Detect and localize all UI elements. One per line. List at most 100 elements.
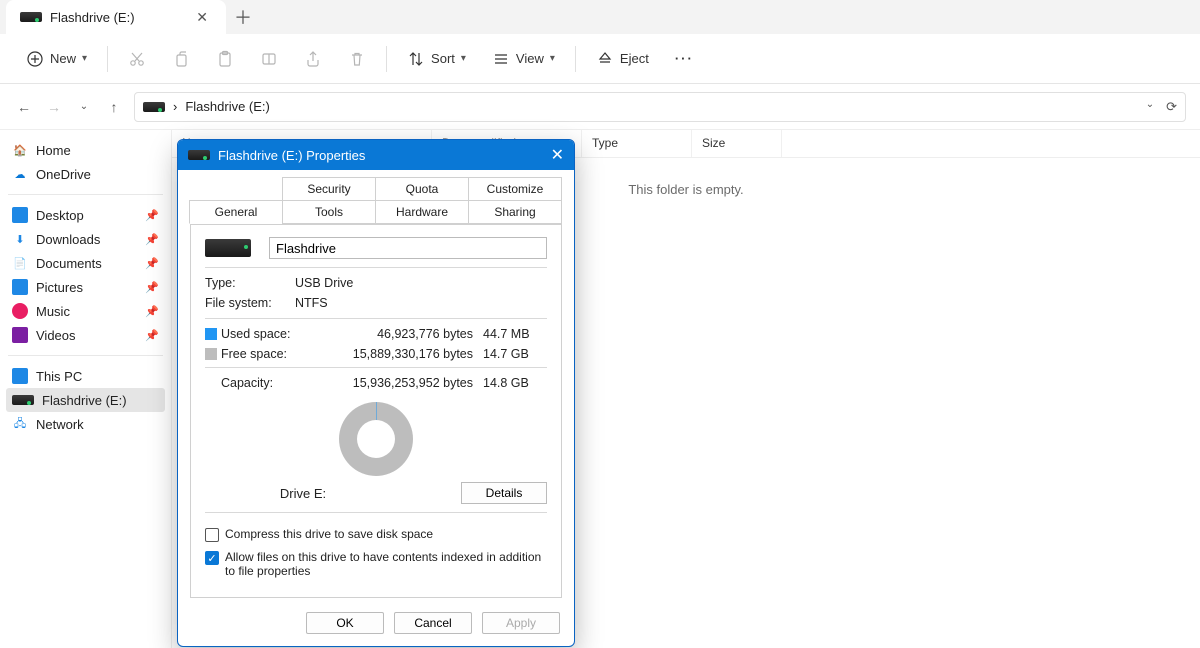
refresh-icon[interactable]: ⟳: [1166, 99, 1177, 115]
up-button[interactable]: ↑: [104, 99, 124, 115]
sidebar-item-label: Desktop: [36, 208, 84, 223]
window-tab[interactable]: Flashdrive (E:) ✕: [6, 0, 226, 34]
sidebar-item-label: OneDrive: [36, 167, 91, 182]
checkbox-checked-icon: ✓: [205, 551, 219, 565]
address-chevron-icon[interactable]: ⌄: [1146, 99, 1154, 115]
tab-security[interactable]: Security: [282, 177, 376, 201]
plus-circle-icon: [26, 50, 44, 68]
col-size[interactable]: Size: [692, 130, 782, 157]
separator: [575, 46, 576, 72]
breadcrumb[interactable]: Flashdrive (E:): [185, 99, 270, 114]
share-icon: [304, 50, 322, 68]
pin-icon: 📌: [145, 257, 159, 270]
dialog-body: Security Quota Customize General Tools H…: [178, 170, 574, 604]
used-human: 44.7 MB: [483, 327, 547, 341]
sidebar-item-label: Network: [36, 417, 84, 432]
back-button[interactable]: ←: [14, 99, 34, 115]
sidebar-item-pictures[interactable]: Pictures 📌: [6, 275, 165, 299]
view-button[interactable]: View ▾: [482, 44, 565, 74]
compress-label: Compress this drive to save disk space: [225, 527, 433, 541]
sidebar-item-network[interactable]: 🖧 Network: [6, 412, 165, 436]
dialog-buttons: OK Cancel Apply: [178, 604, 574, 646]
eject-button[interactable]: Eject: [586, 44, 659, 74]
sidebar-item-label: Documents: [36, 256, 102, 271]
address-bar[interactable]: › Flashdrive (E:) ⌄ ⟳: [134, 92, 1186, 122]
chevron-down-icon: ▾: [461, 53, 466, 64]
forward-button[interactable]: →: [44, 99, 64, 115]
paste-button[interactable]: [206, 44, 244, 74]
sidebar-item-desktop[interactable]: Desktop📌: [6, 203, 165, 227]
sidebar-item-videos[interactable]: Videos📌: [6, 323, 165, 347]
dialog-title: Flashdrive (E:) Properties: [218, 148, 365, 163]
tab-sharing[interactable]: Sharing: [468, 200, 562, 224]
used-label: Used space:: [221, 327, 311, 341]
tab-customize[interactable]: Customize: [468, 177, 562, 201]
cut-button[interactable]: [118, 44, 156, 74]
drive-icon: [188, 150, 210, 160]
ok-button[interactable]: OK: [306, 612, 384, 634]
copy-button[interactable]: [162, 44, 200, 74]
videos-icon: [12, 327, 28, 343]
free-swatch: [205, 348, 217, 360]
dialog-tabs: Security Quota Customize General Tools H…: [190, 178, 562, 224]
rename-icon: [260, 50, 278, 68]
pin-icon: 📌: [145, 281, 159, 294]
new-tab-button[interactable]: ＋: [226, 4, 260, 30]
tab-quota[interactable]: Quota: [375, 177, 469, 201]
sidebar-item-label: Downloads: [36, 232, 100, 247]
sidebar-item-downloads[interactable]: ⬇Downloads📌: [6, 227, 165, 251]
sidebar-item-label: Pictures: [36, 280, 83, 295]
details-button[interactable]: Details: [461, 482, 547, 504]
properties-dialog: Flashdrive (E:) Properties ✕ Security Qu…: [177, 139, 575, 647]
more-button[interactable]: ···: [665, 45, 704, 72]
capacity-bytes: 15,936,253,952 bytes: [311, 376, 483, 390]
pictures-icon: [12, 279, 28, 295]
sidebar-item-thispc[interactable]: This PC: [6, 364, 165, 388]
delete-button[interactable]: [338, 44, 376, 74]
tab-hardware[interactable]: Hardware: [375, 200, 469, 224]
trash-icon: [348, 50, 366, 68]
col-type[interactable]: Type: [582, 130, 692, 157]
tab-tools[interactable]: Tools: [282, 200, 376, 224]
tab-general[interactable]: General: [189, 200, 283, 224]
dialog-titlebar[interactable]: Flashdrive (E:) Properties ✕: [178, 140, 574, 170]
toolbar: New ▾ Sort ▾ View ▾ Eject ···: [0, 34, 1200, 84]
divider: [205, 267, 547, 268]
share-button[interactable]: [294, 44, 332, 74]
sidebar-item-onedrive[interactable]: ☁ OneDrive: [6, 162, 165, 186]
compress-checkbox[interactable]: Compress this drive to save disk space: [205, 527, 547, 542]
sidebar-item-home[interactable]: 🏠Home: [6, 138, 165, 162]
apply-button[interactable]: Apply: [482, 612, 560, 634]
usage-pie-chart: [339, 402, 413, 476]
cut-icon: [128, 50, 146, 68]
eject-label: Eject: [620, 51, 649, 66]
close-icon[interactable]: ✕: [551, 145, 564, 165]
new-button[interactable]: New ▾: [16, 44, 97, 74]
separator: [8, 355, 163, 356]
spacer: [189, 177, 283, 201]
sort-icon: [407, 50, 425, 68]
drive-name-input[interactable]: [269, 237, 547, 259]
close-tab-icon[interactable]: ✕: [196, 9, 208, 26]
copy-icon: [172, 50, 190, 68]
sidebar-item-flashdrive[interactable]: Flashdrive (E:): [6, 388, 165, 412]
used-swatch: [205, 328, 217, 340]
network-icon: 🖧: [12, 416, 28, 432]
sidebar-item-documents[interactable]: 📄Documents📌: [6, 251, 165, 275]
cloud-icon: ☁: [12, 166, 28, 182]
index-label: Allow files on this drive to have conten…: [225, 550, 547, 578]
type-value: USB Drive: [295, 276, 547, 290]
rename-button[interactable]: [250, 44, 288, 74]
drive-label: Drive E:: [205, 486, 401, 501]
cancel-button[interactable]: Cancel: [394, 612, 472, 634]
index-checkbox[interactable]: ✓ Allow files on this drive to have cont…: [205, 550, 547, 578]
filesystem-value: NTFS: [295, 296, 547, 310]
separator: [107, 46, 108, 72]
sort-button[interactable]: Sort ▾: [397, 44, 476, 74]
capacity-label: Capacity:: [205, 376, 311, 390]
pin-icon: 📌: [145, 233, 159, 246]
sidebar-item-label: Flashdrive (E:): [42, 393, 127, 408]
divider: [205, 512, 547, 513]
sidebar-item-music[interactable]: Music📌: [6, 299, 165, 323]
recent-button[interactable]: ⌄: [74, 101, 94, 112]
